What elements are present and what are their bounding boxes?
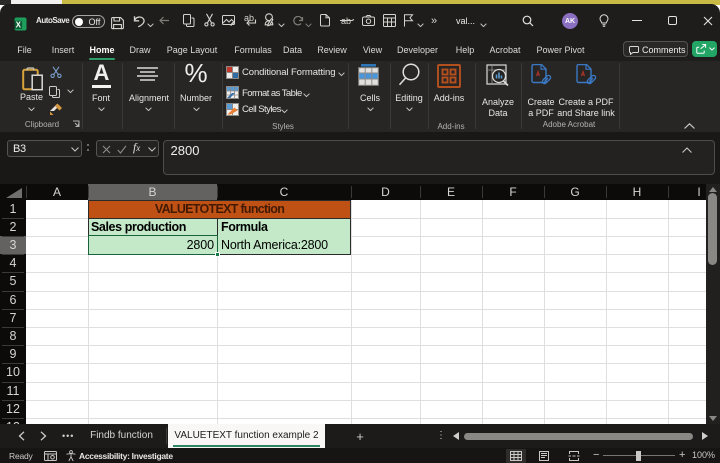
svg-text:X: X <box>16 20 22 29</box>
